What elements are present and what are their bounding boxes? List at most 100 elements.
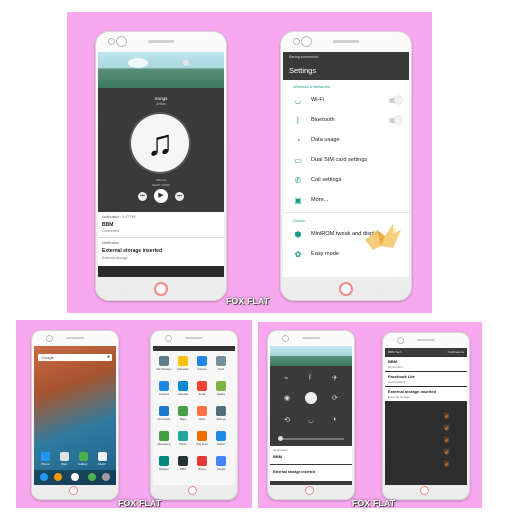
settings-header: Saving screenshot... Settings [283,52,409,80]
qs-notification-bbm[interactable]: Notification BBM [270,446,352,464]
contacts-icon[interactable] [54,473,62,481]
messaging-icon[interactable] [88,473,96,481]
app-icon[interactable] [216,456,226,466]
app-icon[interactable] [216,406,226,416]
gallery-app-icon[interactable] [79,452,88,461]
app-icon[interactable] [178,456,188,466]
app-icon[interactable] [197,406,207,416]
app-icon[interactable] [178,381,188,391]
app-label: Google [216,468,226,471]
app-icon[interactable] [159,431,169,441]
notification-bbm[interactable]: Notification · 3:47 PM BBM Connected [98,212,224,238]
setting-call[interactable]: ✆ Call settings [283,170,409,190]
app-icon[interactable] [216,356,226,366]
phone-home-screen: Google ● Phone Web Gallery Music [31,330,119,500]
earpiece-speaker [148,40,174,43]
app-label: Play Store [196,443,208,446]
flashlight-icon[interactable]: ⌁ [284,374,288,382]
app-icon[interactable] [216,381,226,391]
section-device: Device [293,218,306,223]
fox-illustration [363,222,403,254]
bluetooth-icon[interactable]: ᛒ [308,374,312,381]
app-label: Maps [179,418,187,421]
app-label: Gallery [216,393,226,396]
sync-icon[interactable]: ⟳ [332,394,338,402]
rotation-icon[interactable]: ⟲ [284,416,290,424]
microphone-icon[interactable]: ● [107,354,110,360]
front-camera [46,335,53,342]
app-drawer-icon[interactable] [71,473,79,481]
bluetooth-toggle[interactable] [389,116,402,124]
web-app-icon[interactable] [60,452,69,461]
phone-app-icon[interactable] [41,452,50,461]
music-app-icon[interactable] [98,452,107,461]
play-button[interactable]: ▶ [154,189,168,203]
app-icon[interactable] [159,456,169,466]
app-label: Contacts [158,393,170,396]
app-icon[interactable] [197,381,207,391]
app-icon[interactable] [178,406,188,416]
app-label: Search [216,443,226,446]
earpiece-speaker [333,40,359,43]
home-button[interactable] [420,486,429,495]
front-camera [116,36,127,47]
section-wireless: Wireless & Networks [293,84,330,89]
notification-shade-screen: BBM Tech Notifications BBM Connected Fac… [385,348,467,485]
user-avatar[interactable] [305,392,317,404]
previous-button[interactable]: ⏮ [138,192,147,201]
data-icon[interactable]: ◑ [332,416,336,423]
app-icon[interactable] [159,381,169,391]
app-icon[interactable] [159,356,169,366]
next-button[interactable]: ⏭ [175,192,184,201]
setting-dual-sim[interactable]: ▭ Dual SIM card settings [283,150,409,170]
wifi-icon[interactable]: ◡ [308,416,314,424]
setting-wifi[interactable]: ◡ Wi-Fi [283,90,409,110]
app-icon[interactable] [197,431,207,441]
watermark-top: FOX FLAT [226,296,270,306]
setting-data-usage[interactable]: ◔ Data usage [283,130,409,150]
front-camera [397,337,404,344]
airplane-mode-icon[interactable]: ✈ [332,374,338,382]
phone-music-player: Songs Artists ♫ Albums 00:00 / 00:00 ⏮ ▶… [95,31,227,301]
shade-notification-1[interactable]: BBM Connected [385,357,467,371]
wifi-toggle[interactable] [389,96,402,104]
home-button[interactable] [339,282,353,296]
app-icon[interactable] [216,431,226,441]
app-label: Messaging [157,443,171,446]
brightness-slider[interactable] [278,436,344,441]
album-caption: Albums [155,178,166,182]
home-button[interactable] [69,486,78,495]
leaf-wallpaper: ❦ ❦ ❦ ❦ ❦ [443,411,451,469]
app-icon[interactable] [178,431,188,441]
home-button[interactable] [305,486,314,495]
data-usage-icon: ◔ [295,135,301,145]
app-label: Calendar [177,393,189,396]
app-label: File Manager [156,368,172,371]
shade-notification-2[interactable]: Facebook Lite Downloading [385,372,467,386]
bluetooth-icon: ᛒ [295,115,301,125]
notification-storage[interactable]: Notification External storage inserted E… [98,238,224,266]
app-icon[interactable] [159,406,169,416]
app-label: Phone [179,443,187,446]
shade-notification-3[interactable]: External storage inserted External stora… [385,387,467,401]
location-icon[interactable]: ◉ [284,394,290,402]
dialer-icon[interactable] [40,473,48,481]
song-artist: Artists [156,102,166,106]
qs-notification-storage[interactable]: External storage inserted [270,465,352,481]
app-icon[interactable] [197,456,207,466]
app-icon[interactable] [178,356,188,366]
playback-time: 00:00 / 00:00 [152,183,170,187]
earpiece-speaker [185,337,203,339]
setting-bluetooth[interactable]: ᛒ Bluetooth [283,110,409,130]
home-button[interactable] [188,486,197,495]
setting-more[interactable]: ▣ More... [283,190,409,210]
app-label: Camera [197,368,207,371]
front-camera [165,335,172,342]
watermark-bottom-right: FOX FLAT [352,498,396,508]
camera-icon[interactable] [102,473,110,481]
home-button[interactable] [154,282,168,296]
google-search-bar[interactable]: Google ● [38,354,112,361]
app-icon[interactable] [197,356,207,366]
phone-notification-shade: BBM Tech Notifications BBM Connected Fac… [382,332,470,500]
easy-mode-icon: ✿ [294,249,302,259]
